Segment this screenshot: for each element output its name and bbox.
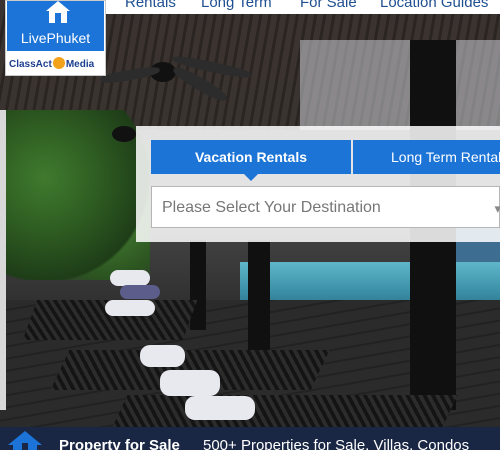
towel — [160, 370, 220, 396]
towel — [105, 300, 155, 316]
lounger — [112, 395, 458, 427]
pillar — [248, 240, 270, 350]
search-panel: Vacation Rentals Long Term Rentals Pleas… — [136, 126, 500, 242]
post — [0, 110, 6, 410]
partner-name-prefix: ClassAct — [9, 59, 52, 70]
top-navigation: Rentals Long Term For Sale Location Guid… — [106, 0, 500, 14]
destination-select[interactable]: Please Select Your Destination ▾ — [151, 186, 500, 228]
site-logo[interactable]: LivePhuket ClassAct Media — [5, 0, 106, 76]
sky — [300, 40, 500, 130]
partner-logo-dot-icon — [52, 57, 65, 69]
active-tab-pointer-icon — [244, 174, 258, 181]
partner-logo: ClassAct Media — [9, 57, 94, 70]
promo-description: 500+ Properties for Sale, Villas, Condos — [203, 437, 470, 450]
logo-badge: LivePhuket — [7, 1, 104, 51]
towel — [110, 270, 150, 286]
logo-name: LivePhuket — [20, 30, 91, 46]
nav-item-rentals[interactable]: Rentals — [125, 0, 176, 11]
towel — [120, 285, 160, 299]
towel — [185, 396, 255, 420]
ceiling-fan — [112, 126, 136, 142]
nav-item-for-sale[interactable]: For Sale — [300, 0, 357, 11]
chevron-down-icon: ▾ — [494, 201, 500, 216]
partner-name-suffix: Media — [65, 59, 95, 70]
home-icon — [8, 431, 42, 450]
home-icon — [46, 1, 70, 23]
tab-long-term-rentals[interactable]: Long Term Rentals — [353, 140, 500, 174]
nav-item-long-term[interactable]: Long Term — [201, 0, 272, 11]
pillar — [190, 240, 206, 330]
destination-placeholder: Please Select Your Destination — [162, 199, 381, 216]
promo-title[interactable]: Property for Sale — [59, 437, 180, 450]
promo-bar[interactable]: Property for Sale 500+ Properties for Sa… — [0, 427, 500, 450]
nav-item-location-guides[interactable]: Location Guides — [380, 0, 488, 11]
towel — [140, 345, 185, 367]
tab-vacation-rentals[interactable]: Vacation Rentals — [151, 140, 351, 174]
